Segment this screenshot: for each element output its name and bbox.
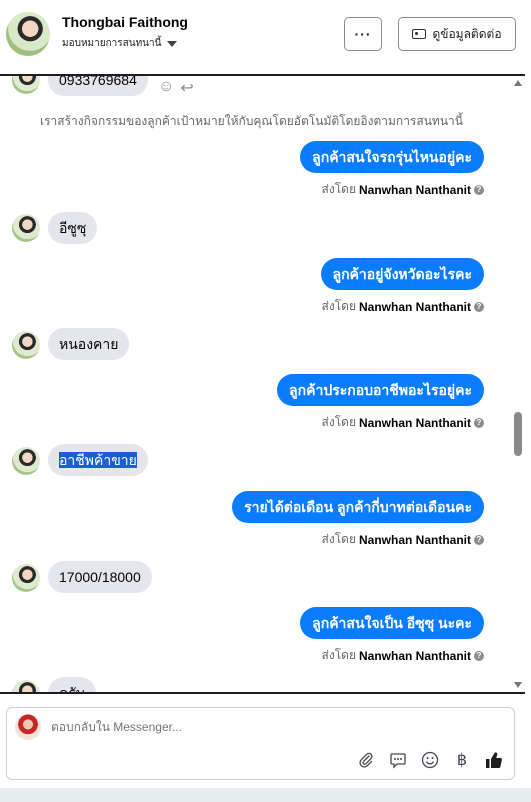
customer-avatar [12,331,40,359]
thread-scrollbar[interactable] [512,76,525,693]
reply-input[interactable] [51,720,451,734]
message-thread[interactable]: 0933769684 ☺ ↩ เราสร้างกิจกรรมของลูกค้าเ… [0,76,525,693]
reply-composer[interactable]: ฿ [6,707,515,780]
composer-toolbar: ฿ [356,750,504,770]
sent-by-label: ส่งโดย Nanwhan Nanthanit ? [322,180,484,199]
customer-avatar [12,447,40,475]
message-bubble-incoming[interactable]: อีซูซุ [48,212,98,244]
message-bubble-incoming[interactable]: หนองคาย [48,328,130,360]
saved-reply-icon[interactable] [388,750,408,770]
more-options-button[interactable]: ··· [344,17,382,51]
message-bubble-outgoing[interactable]: ลูกค้าประกอบอาชีพอะไรอยู่คะ [277,374,484,406]
message-bubble-incoming[interactable]: อาชีพค้าขาย [48,444,148,476]
message-bubble-incoming[interactable]: ครับ [48,677,96,693]
view-contact-info-button[interactable]: ดูข้อมูลติดต่อ [398,17,516,51]
contact-card-icon [412,29,427,39]
scroll-thumb[interactable] [514,412,522,456]
scroll-down-arrow-icon[interactable] [514,682,522,688]
sent-by-label: ส่งโดย Nanwhan Nanthanit ? [322,413,484,432]
message-bubble-outgoing[interactable]: ลูกค้าอยู่จังหวัดอะไรคะ [320,258,484,290]
baht-icon[interactable]: ฿ [452,750,472,770]
customer-avatar [12,76,40,94]
info-icon[interactable]: ? [474,184,484,195]
emoji-icon[interactable] [420,750,440,770]
customer-avatar [12,564,40,592]
chevron-down-icon [167,40,178,47]
info-icon[interactable]: ? [474,534,484,545]
react-emoji-icon[interactable]: ☺ [158,78,174,98]
bottom-strip [0,788,531,802]
view-contact-info-label: ดูข้อมูลติดต่อ [432,26,502,41]
reply-icon[interactable]: ↩ [180,78,193,98]
sent-by-label: ส่งโดย Nanwhan Nanthanit ? [322,297,484,316]
composer-divider [0,692,525,694]
contact-avatar[interactable] [6,12,50,56]
info-icon[interactable]: ? [474,301,484,312]
customer-avatar [12,214,40,242]
assign-conversation-dropdown[interactable]: มอบหมายการสนทนานี้ [62,36,178,51]
like-icon[interactable] [484,750,504,770]
info-icon[interactable]: ? [474,417,484,428]
scroll-up-arrow-icon[interactable] [514,80,522,86]
selected-text[interactable]: อาชีพค้าขาย [59,452,137,468]
message-actions: ☺ ↩ [158,78,194,98]
message-bubble-outgoing[interactable]: รายได้ต่อเดือน ลูกค้ากี่บาทต่อเดือนคะ [232,491,484,523]
contact-name[interactable]: Thongbai Faithong [62,14,188,30]
message-bubble-outgoing[interactable]: ลูกค้าสนใจรถรุ่นไหนอยู่คะ [300,141,484,173]
info-icon[interactable]: ? [474,650,484,661]
agent-avatar [15,714,41,740]
message-bubble-outgoing[interactable]: ลูกค้าสนใจเป็น อีซุซุ นะคะ [300,607,484,639]
sent-by-label: ส่งโดย Nanwhan Nanthanit ? [322,646,484,665]
message-bubble-incoming[interactable]: 17000/18000 [48,561,152,593]
system-note: เราสร้างกิจกรรมของลูกค้าเป้าหมายให้กับคุ… [40,114,463,128]
assign-label: มอบหมายการสนทนานี้ [62,38,162,49]
conversation-header: Thongbai Faithong มอบหมายการสนทนานี้ ···… [0,0,531,74]
sent-by-label: ส่งโดย Nanwhan Nanthanit ? [322,530,484,549]
message-bubble-incoming[interactable]: 0933769684 [48,76,148,96]
attachment-icon[interactable] [356,750,376,770]
